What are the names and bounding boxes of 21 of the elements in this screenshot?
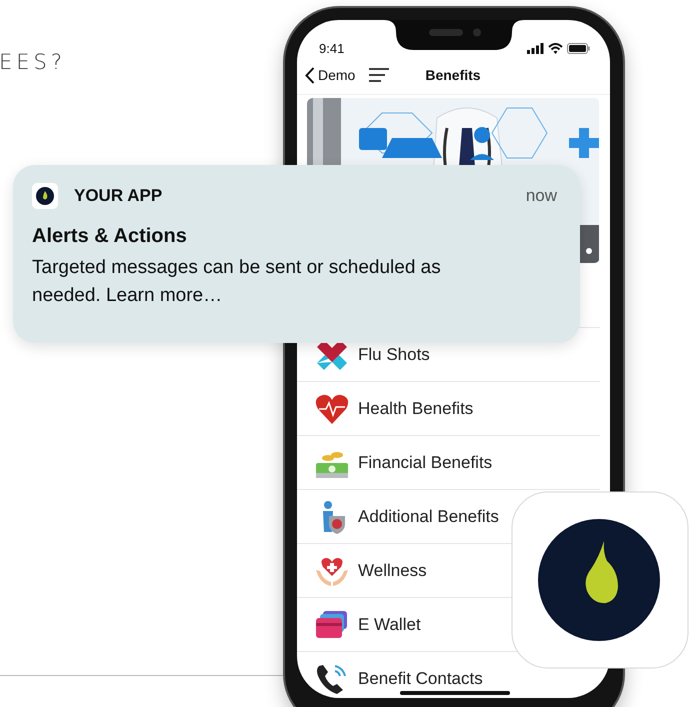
benefit-list-item[interactable]: Additional Benefits — [297, 490, 501, 543]
app-name: YOUR APP — [74, 186, 162, 206]
menu-icon[interactable] — [369, 68, 390, 82]
battery-icon — [567, 43, 590, 54]
notification-body: Targeted messages can be sent or scheduled as needed. Learn more… — [32, 256, 442, 308]
notification-card[interactable]: YOUR APP now Alerts & Actions Targeted messages can be sent or scheduled as needed. Learn more… — [13, 165, 580, 343]
notification-title: Alerts & Actions — [32, 225, 188, 248]
section-heading: EES? — [0, 50, 66, 74]
signal-icon — [527, 43, 544, 54]
benefit-list-item[interactable]: Financial Benefits — [297, 436, 494, 489]
benefit-list-item[interactable]: Wellness — [297, 544, 429, 597]
wifi-icon — [548, 43, 563, 54]
benefit-list-item[interactable]: Health Benefits — [297, 382, 476, 435]
chevron-left-icon — [305, 66, 315, 84]
benefit-list-item[interactable]: Benefit Contacts — [297, 652, 485, 698]
app-logo-icon — [32, 183, 58, 209]
status-time: 9:41 — [319, 41, 344, 56]
benefit-list-item[interactable]: E Wallet — [297, 598, 423, 651]
screen-title: Benefits — [425, 67, 481, 83]
back-button[interactable]: Demo — [305, 66, 356, 84]
notification-time: now — [526, 186, 557, 206]
